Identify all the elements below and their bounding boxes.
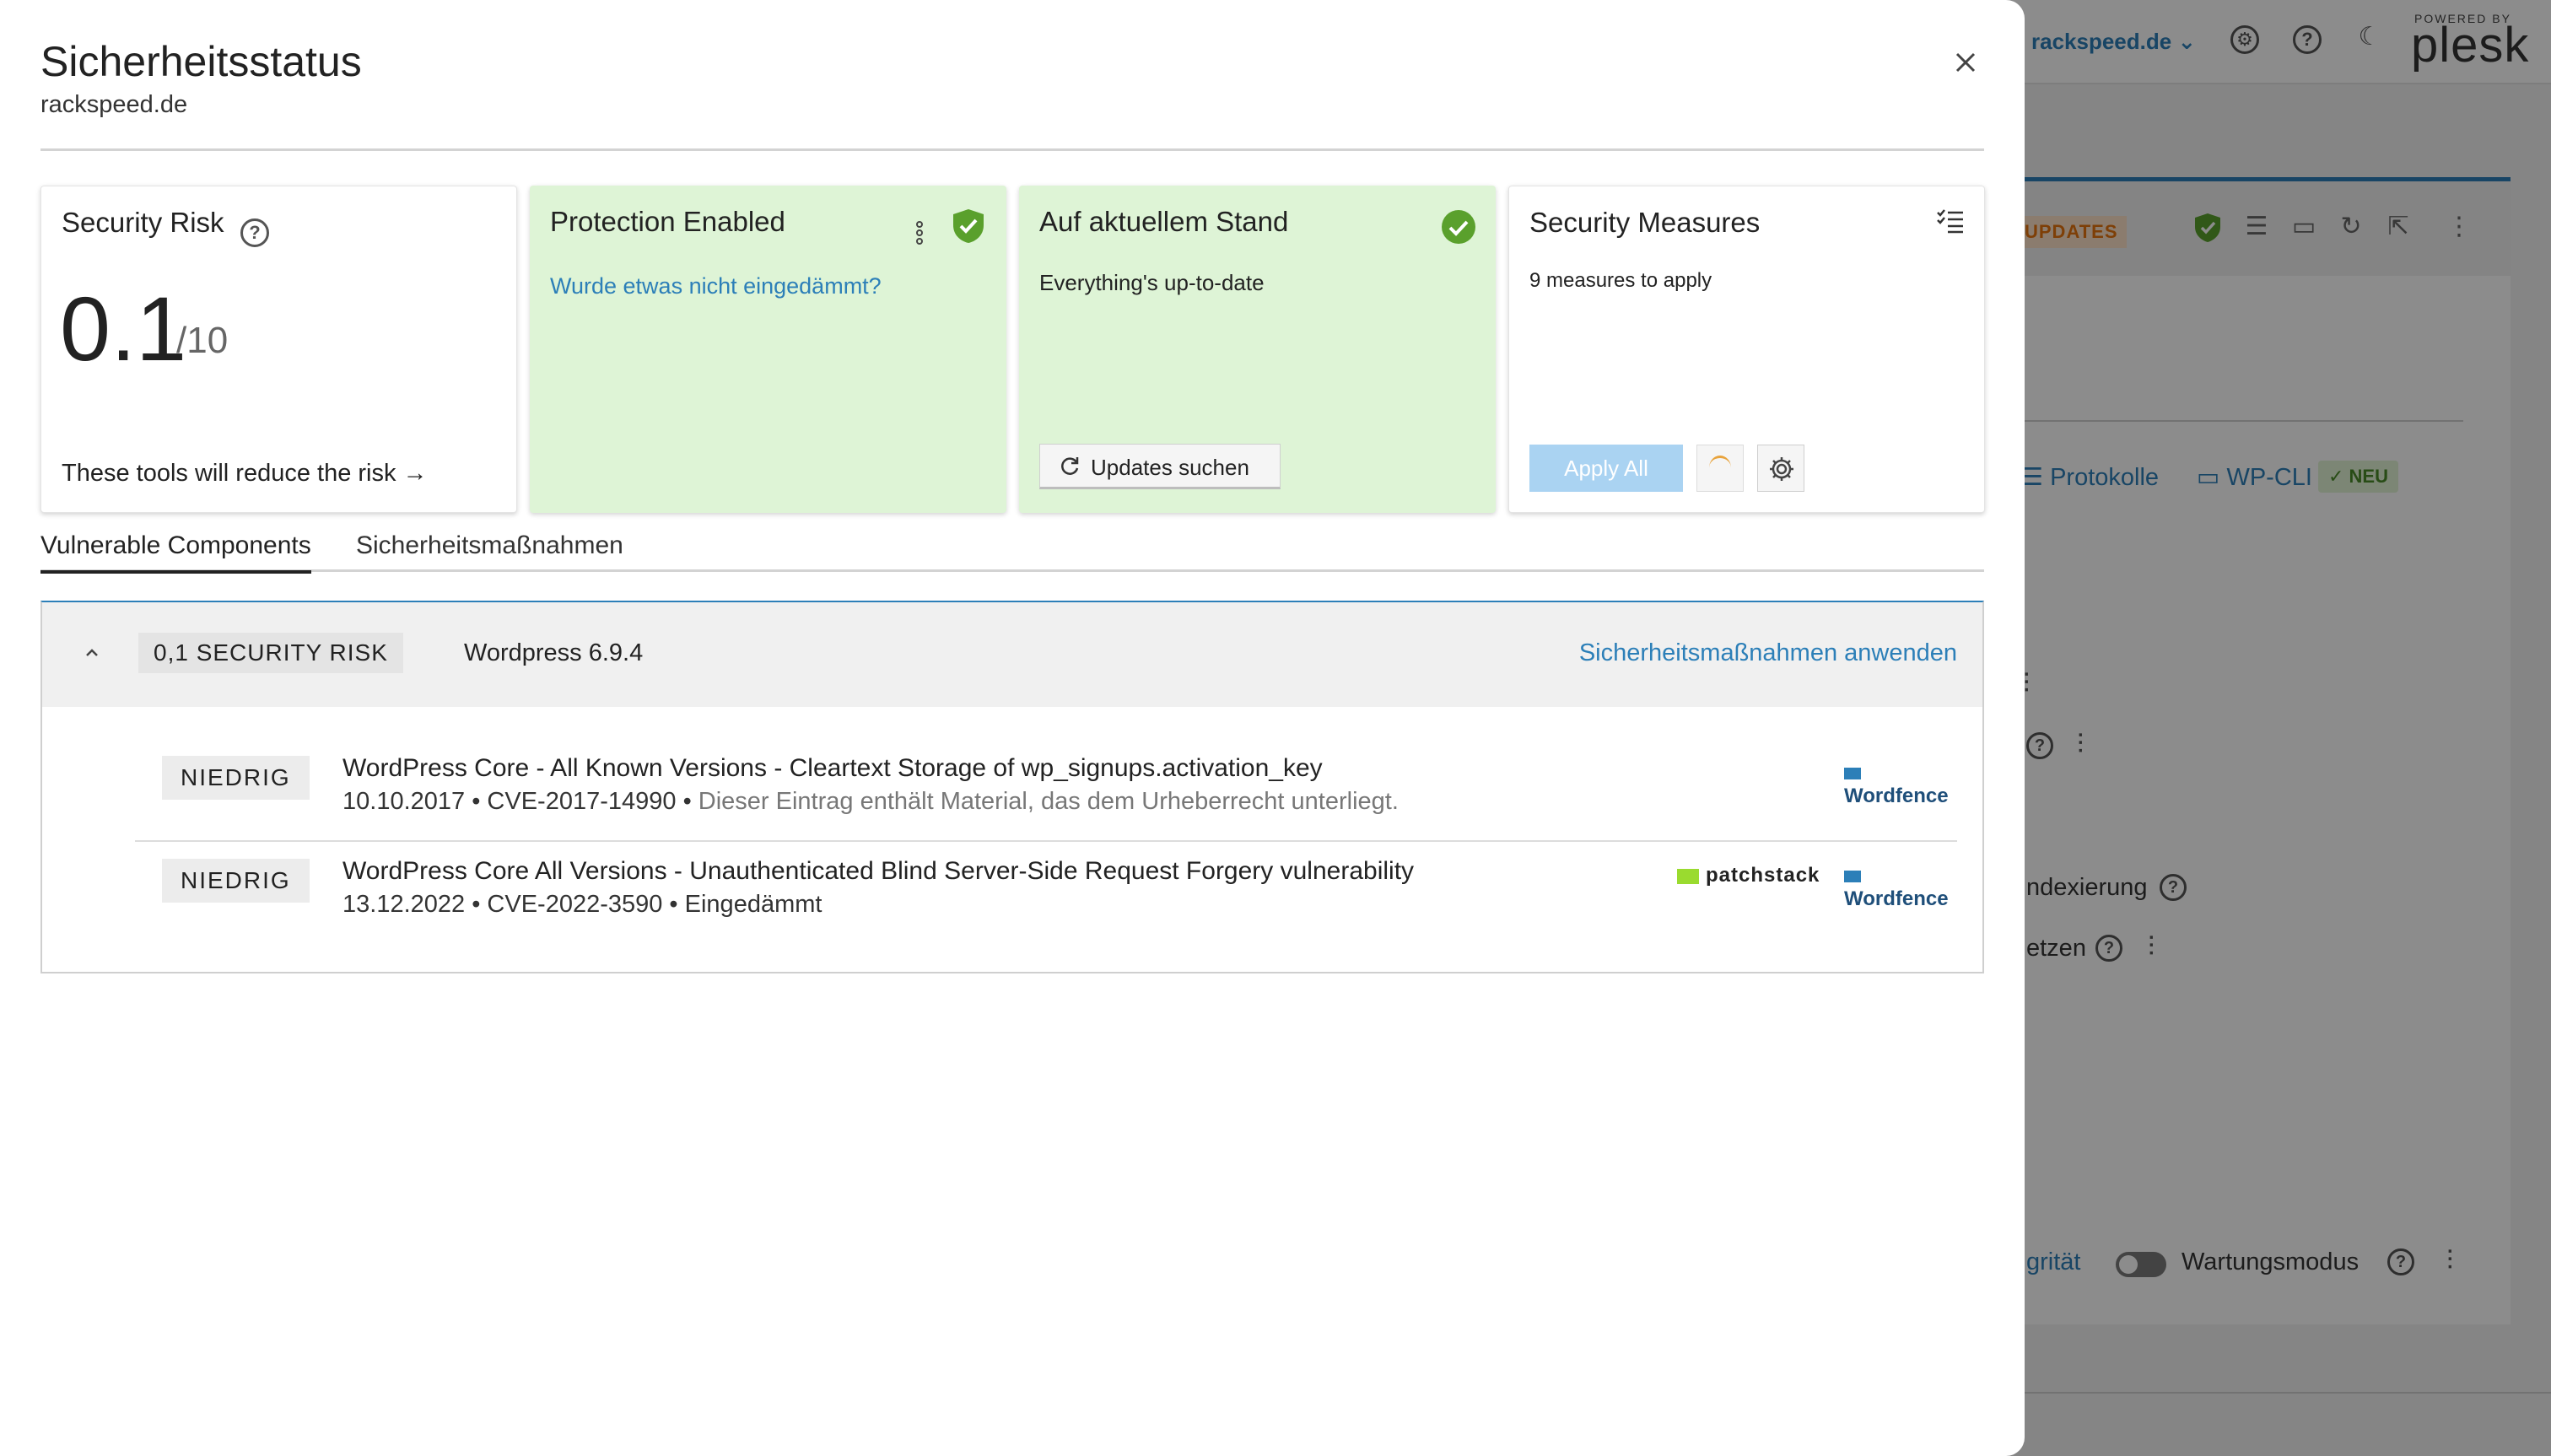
security-risk-card: Security Risk ? 0.1 /10 These tools will…: [40, 186, 517, 513]
settings-button[interactable]: [1757, 445, 1804, 492]
shield-check-icon: [953, 209, 984, 243]
loading-spinner-icon: [1696, 445, 1744, 492]
vulnerability-title[interactable]: WordPress Core - All Known Versions - Cl…: [342, 754, 1323, 783]
security-risk-badge: 0,1 SECURITY RISK: [138, 633, 403, 673]
vulnerability-meta: 13.12.2022 • CVE-2022-3590 • Eingedämmt: [342, 891, 822, 919]
vulnerability-date-cve: 13.12.2022 • CVE-2022-3590 • Eingedämmt: [342, 891, 822, 918]
security-measures-title: Security Measures: [1529, 207, 1761, 238]
modal-subtitle: rackspeed.de: [40, 91, 188, 118]
risk-scale: /10: [176, 320, 229, 361]
refresh-icon: [1061, 457, 1079, 475]
chevron-up-icon[interactable]: [79, 639, 105, 665]
vulnerability-group-header: 0,1 SECURITY RISK Wordpress 6.9.4 Sicher…: [42, 602, 1982, 707]
check-circle-icon: [1442, 210, 1475, 244]
vulnerability-title[interactable]: WordPress Core All Versions - Unauthenti…: [342, 857, 1414, 886]
patchstack-logo[interactable]: patchstack: [1677, 864, 1820, 887]
header-divider: [40, 148, 1984, 151]
modal-title: Sicherheitsstatus: [40, 38, 362, 85]
wordfence-logo[interactable]: Wordfence: [1844, 864, 1957, 911]
security-status-modal: Sicherheitsstatus rackspeed.de Security …: [0, 0, 2025, 1456]
security-risk-title: Security Risk: [62, 207, 224, 238]
wordfence-logo[interactable]: Wordfence: [1844, 761, 1957, 808]
up-to-date-text: Everything's up-to-date: [1039, 270, 1265, 295]
up-to-date-title: Auf aktuellem Stand: [1039, 206, 1289, 237]
security-measures-card: Security Measures 9 measures to apply Ap…: [1508, 186, 1985, 513]
measures-count-text: 9 measures to apply: [1529, 269, 1712, 292]
vulnerability-date-cve: 10.10.2017 • CVE-2017-14990 •: [342, 788, 692, 815]
tab-vulnerable-components[interactable]: Vulnerable Components: [40, 531, 311, 574]
vulnerability-row[interactable]: NIEDRIG WordPress Core - All Known Versi…: [135, 741, 1957, 842]
apply-measures-link[interactable]: Sicherheitsmaßnahmen anwenden: [1579, 639, 1957, 667]
severity-badge: NIEDRIG: [162, 859, 310, 903]
tab-security-measures[interactable]: Sicherheitsmaßnahmen: [356, 531, 623, 570]
apply-all-button[interactable]: Apply All: [1529, 445, 1683, 492]
check-updates-label: Updates suchen: [1091, 455, 1249, 480]
risk-score: 0.1: [60, 278, 187, 380]
protection-card: Protection Enabled Wurde etwas nicht ein…: [530, 186, 1006, 513]
up-to-date-card: Auf aktuellem Stand Everything's up-to-d…: [1019, 186, 1496, 513]
copyright-note: Dieser Eintrag enthält Material, das dem…: [698, 788, 1399, 815]
more-vertical-icon[interactable]: [911, 214, 928, 251]
check-updates-button[interactable]: Updates suchen: [1039, 444, 1281, 489]
close-icon[interactable]: [1949, 46, 1982, 79]
reduce-risk-link[interactable]: These tools will reduce the risk →: [62, 460, 428, 488]
not-contained-link[interactable]: Wurde etwas nicht eingedämmt?: [550, 273, 882, 299]
vulnerability-row[interactable]: NIEDRIG WordPress Core All Versions - Un…: [135, 844, 1957, 945]
help-icon[interactable]: ?: [240, 218, 269, 247]
protection-title: Protection Enabled: [550, 206, 785, 237]
severity-badge: NIEDRIG: [162, 756, 310, 800]
gear-icon: [1770, 457, 1793, 481]
component-name: Wordpress 6.9.4: [464, 639, 644, 666]
checklist-icon[interactable]: [1936, 208, 1965, 234]
vulnerability-meta: 10.10.2017 • CVE-2017-14990 • Dieser Ein…: [342, 788, 1399, 816]
vulnerability-panel: 0,1 SECURITY RISK Wordpress 6.9.4 Sicher…: [40, 601, 1984, 973]
tab-bar: Vulnerable Components Sicherheitsmaßnahm…: [40, 531, 1984, 574]
